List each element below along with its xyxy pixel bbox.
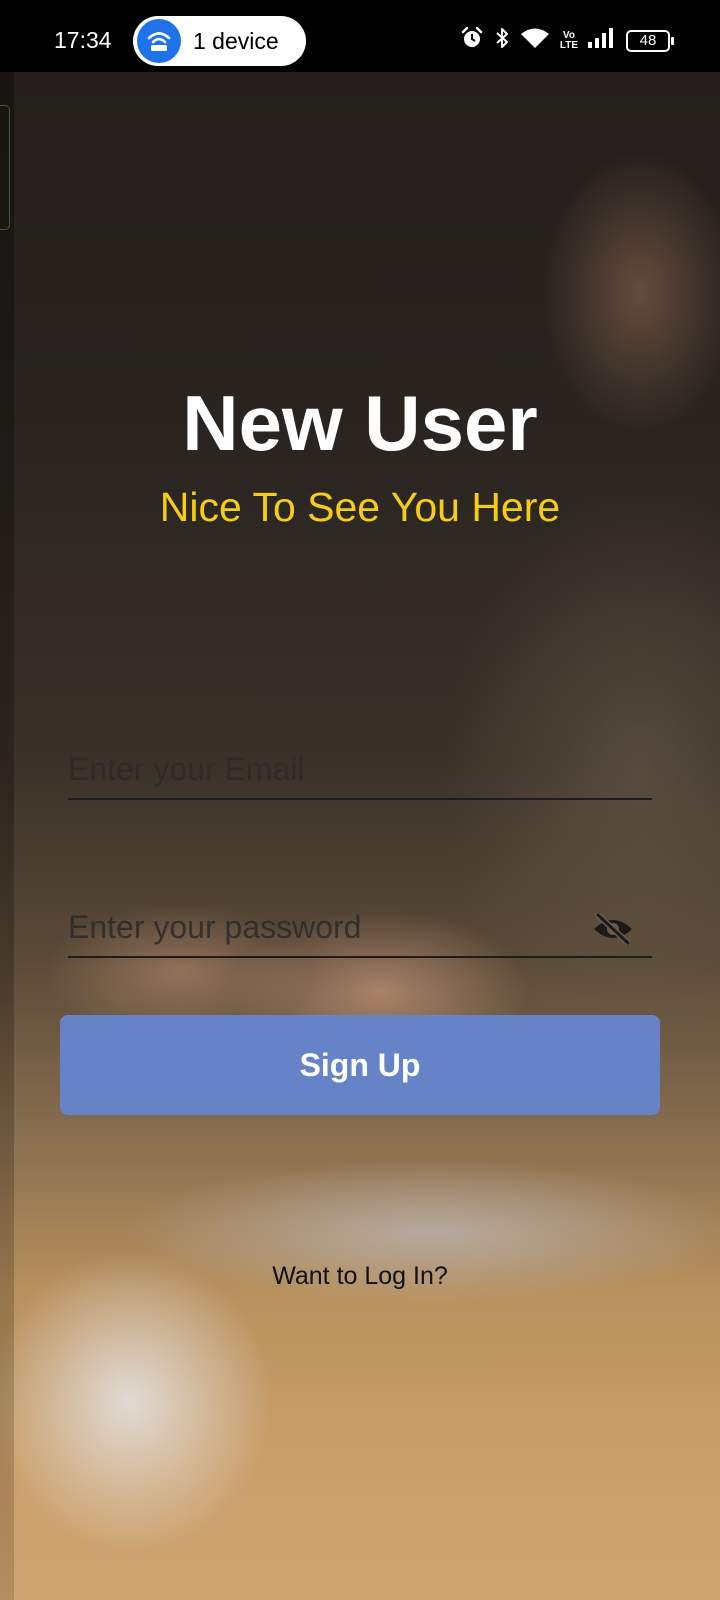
volte-top-label: Vo (562, 29, 575, 41)
signal-icon (588, 28, 616, 53)
status-icons: Vo LTE 48 (460, 26, 674, 55)
bluetooth-icon (494, 26, 510, 55)
email-input[interactable] (68, 740, 652, 798)
status-bar: 17:34 1 device Vo LTE 48 (0, 0, 720, 72)
hotspot-icon (137, 19, 181, 63)
background-photo (0, 72, 720, 1600)
page-subtitle: Nice To See You Here (159, 484, 561, 530)
alarm-icon (460, 26, 484, 55)
volte-icon: Vo LTE (559, 29, 578, 51)
password-field[interactable] (68, 898, 652, 958)
wifi-icon (520, 27, 550, 54)
volte-bottom-label: LTE (559, 39, 578, 51)
hotspot-label: 1 device (193, 27, 279, 54)
page-title: New User (182, 379, 538, 467)
background-edge-shade (0, 72, 14, 1600)
sign-up-button[interactable]: Sign Up (60, 1015, 660, 1115)
password-input[interactable] (68, 898, 652, 956)
hotspot-indicator[interactable]: 1 device (133, 16, 306, 66)
status-time: 17:34 (54, 27, 112, 53)
edge-handle (0, 105, 10, 230)
log-in-link[interactable]: Want to Log In? (0, 1262, 720, 1291)
email-field[interactable] (68, 740, 652, 800)
signup-screen: 17:34 1 device Vo LTE 48 New User Nice T… (0, 0, 720, 1600)
visibility-off-icon[interactable] (590, 912, 636, 946)
battery-icon: 48 (626, 29, 674, 52)
